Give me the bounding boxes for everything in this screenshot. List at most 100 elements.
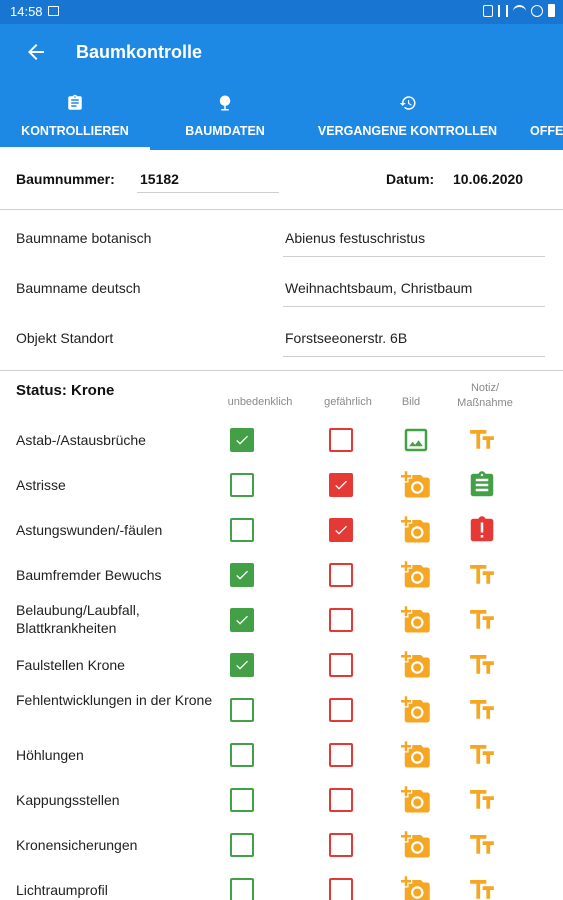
baumnummer-value[interactable]: 15182: [140, 171, 179, 187]
field-label: Baumname deutsch: [16, 280, 141, 296]
checkbox-unbedenklich[interactable]: [230, 743, 254, 767]
clipboard-icon: [68, 94, 82, 110]
column-header-gefaehrlich: gefährlich: [324, 396, 372, 408]
system-icons: [483, 4, 555, 17]
text-format-icon[interactable]: [467, 740, 497, 770]
add-photo-icon[interactable]: [401, 875, 431, 900]
check-row: Kappungsstellen: [0, 778, 563, 823]
checkbox-unbedenklich[interactable]: [230, 608, 254, 632]
do-not-disturb-icon: [531, 4, 543, 17]
add-photo-icon[interactable]: [401, 650, 431, 680]
check-row: Höhlungen: [0, 733, 563, 778]
field-value[interactable]: Abienus festuschristus: [285, 230, 425, 246]
checkbox-gefaehrlich[interactable]: [329, 788, 353, 812]
field-row-deutsch: Baumname deutsch Weihnachtsbaum, Christb…: [0, 266, 563, 316]
baumnummer-label: Baumnummer:: [16, 171, 115, 187]
field-row-botanisch: Baumname botanisch Abienus festuschristu…: [0, 216, 563, 266]
tab-bar: KONTROLLIEREN BAUMDATEN VERGANGENE KONTR…: [0, 84, 563, 150]
check-row: Astab-/Astausbrüche: [0, 418, 563, 463]
check-row: Astrisse: [0, 463, 563, 508]
checkbox-gefaehrlich[interactable]: [329, 698, 353, 722]
tab-baumdaten[interactable]: BAUMDATEN: [160, 84, 290, 150]
status-bar: 14:58: [0, 0, 563, 24]
checkbox-gefaehrlich[interactable]: [329, 743, 353, 767]
vibrate-icon: [498, 4, 508, 17]
field-underline: [283, 306, 545, 307]
check-row-label: Lichtraumprofil: [16, 882, 108, 898]
text-format-icon[interactable]: [467, 695, 497, 725]
add-photo-icon[interactable]: [401, 785, 431, 815]
nfc-icon: [483, 4, 493, 17]
check-row: Lichtraumprofil: [0, 868, 563, 900]
datum-label: Datum:: [386, 171, 435, 187]
text-format-icon[interactable]: [467, 605, 497, 635]
image-icon[interactable]: [401, 425, 431, 455]
add-photo-icon[interactable]: [401, 605, 431, 635]
tab-offen[interactable]: OFFE: [526, 84, 563, 150]
check-row: Belaubung/Laubfall, Blattkrankheiten: [0, 598, 563, 643]
check-row-label: Belaubung/Laubfall, Blattkrankheiten: [16, 602, 140, 636]
checkbox-gefaehrlich[interactable]: [329, 428, 353, 452]
column-header-unbedenklich: unbedenklich: [227, 396, 293, 408]
add-photo-icon[interactable]: [401, 740, 431, 770]
checkbox-unbedenklich[interactable]: [230, 563, 254, 587]
tab-vergangene-kontrollen[interactable]: VERGANGENE KONTROLLEN: [300, 84, 515, 150]
field-value[interactable]: Weihnachtsbaum, Christbaum: [285, 280, 472, 296]
checkbox-unbedenklich[interactable]: [230, 653, 254, 677]
add-photo-icon[interactable]: [401, 695, 431, 725]
arrow-back-icon[interactable]: [24, 40, 48, 64]
battery-icon: [548, 4, 555, 17]
check-row: Faulstellen Krone: [0, 643, 563, 688]
checkbox-gefaehrlich[interactable]: [329, 563, 353, 587]
baumnummer-underline: [137, 192, 279, 193]
section-divider: [0, 370, 563, 371]
column-header-bild: Bild: [401, 396, 421, 408]
check-row-label: Astungswunden/-fäulen: [16, 522, 163, 538]
page-title: Baumkontrolle: [76, 42, 203, 62]
checkbox-gefaehrlich[interactable]: [329, 518, 353, 542]
checkbox-gefaehrlich[interactable]: [329, 653, 353, 677]
checkbox-unbedenklich[interactable]: [230, 698, 254, 722]
tree-header: Baumnummer: 15182 Datum: 10.06.2020: [0, 150, 563, 210]
text-format-icon[interactable]: [467, 650, 497, 680]
field-label: Baumname botanisch: [16, 230, 152, 246]
text-format-icon[interactable]: [467, 425, 497, 455]
check-row-label: Kappungsstellen: [16, 792, 120, 808]
checkbox-gefaehrlich[interactable]: [329, 833, 353, 857]
note-icon[interactable]: [467, 470, 497, 500]
add-photo-icon[interactable]: [401, 560, 431, 590]
history-icon: [399, 96, 416, 110]
check-row-label: Faulstellen Krone: [16, 657, 125, 673]
add-photo-icon[interactable]: [401, 470, 431, 500]
checkbox-unbedenklich[interactable]: [230, 878, 254, 900]
wifi-icon: [513, 5, 526, 16]
field-underline: [283, 356, 545, 357]
text-format-icon[interactable]: [467, 560, 497, 590]
tab-label: VERGANGENE KONTROLLEN: [317, 124, 498, 138]
field-row-standort: Objekt Standort Forstseeonerstr. 6B: [0, 316, 563, 366]
check-row-label: Baumfremder Bewuchs: [16, 567, 162, 583]
section-title: Status: Krone: [16, 382, 115, 399]
tab-kontrollieren[interactable]: KONTROLLIEREN: [0, 84, 150, 150]
add-photo-icon[interactable]: [401, 830, 431, 860]
checkbox-unbedenklich[interactable]: [230, 473, 254, 497]
alert-icon[interactable]: [467, 515, 497, 545]
checkbox-unbedenklich[interactable]: [230, 428, 254, 452]
check-row-label: Kronensicherungen: [16, 837, 138, 853]
datum-value[interactable]: 10.06.2020: [453, 171, 523, 187]
checkbox-gefaehrlich[interactable]: [329, 473, 353, 497]
add-photo-icon[interactable]: [401, 515, 431, 545]
field-value[interactable]: Forstseeonerstr. 6B: [285, 330, 407, 346]
checkbox-unbedenklich[interactable]: [230, 788, 254, 812]
text-format-icon[interactable]: [467, 830, 497, 860]
column-header-notiz: Notiz/ Maßnahme: [457, 382, 513, 409]
text-format-icon[interactable]: [467, 875, 497, 900]
tab-label: BAUMDATEN: [185, 124, 265, 138]
check-row-label: Astrisse: [16, 477, 66, 493]
checkbox-unbedenklich[interactable]: [230, 833, 254, 857]
checkbox-unbedenklich[interactable]: [230, 518, 254, 542]
tab-label: OFFE: [530, 124, 563, 138]
text-format-icon[interactable]: [467, 785, 497, 815]
checkbox-gefaehrlich[interactable]: [329, 608, 353, 632]
checkbox-gefaehrlich[interactable]: [329, 878, 353, 900]
